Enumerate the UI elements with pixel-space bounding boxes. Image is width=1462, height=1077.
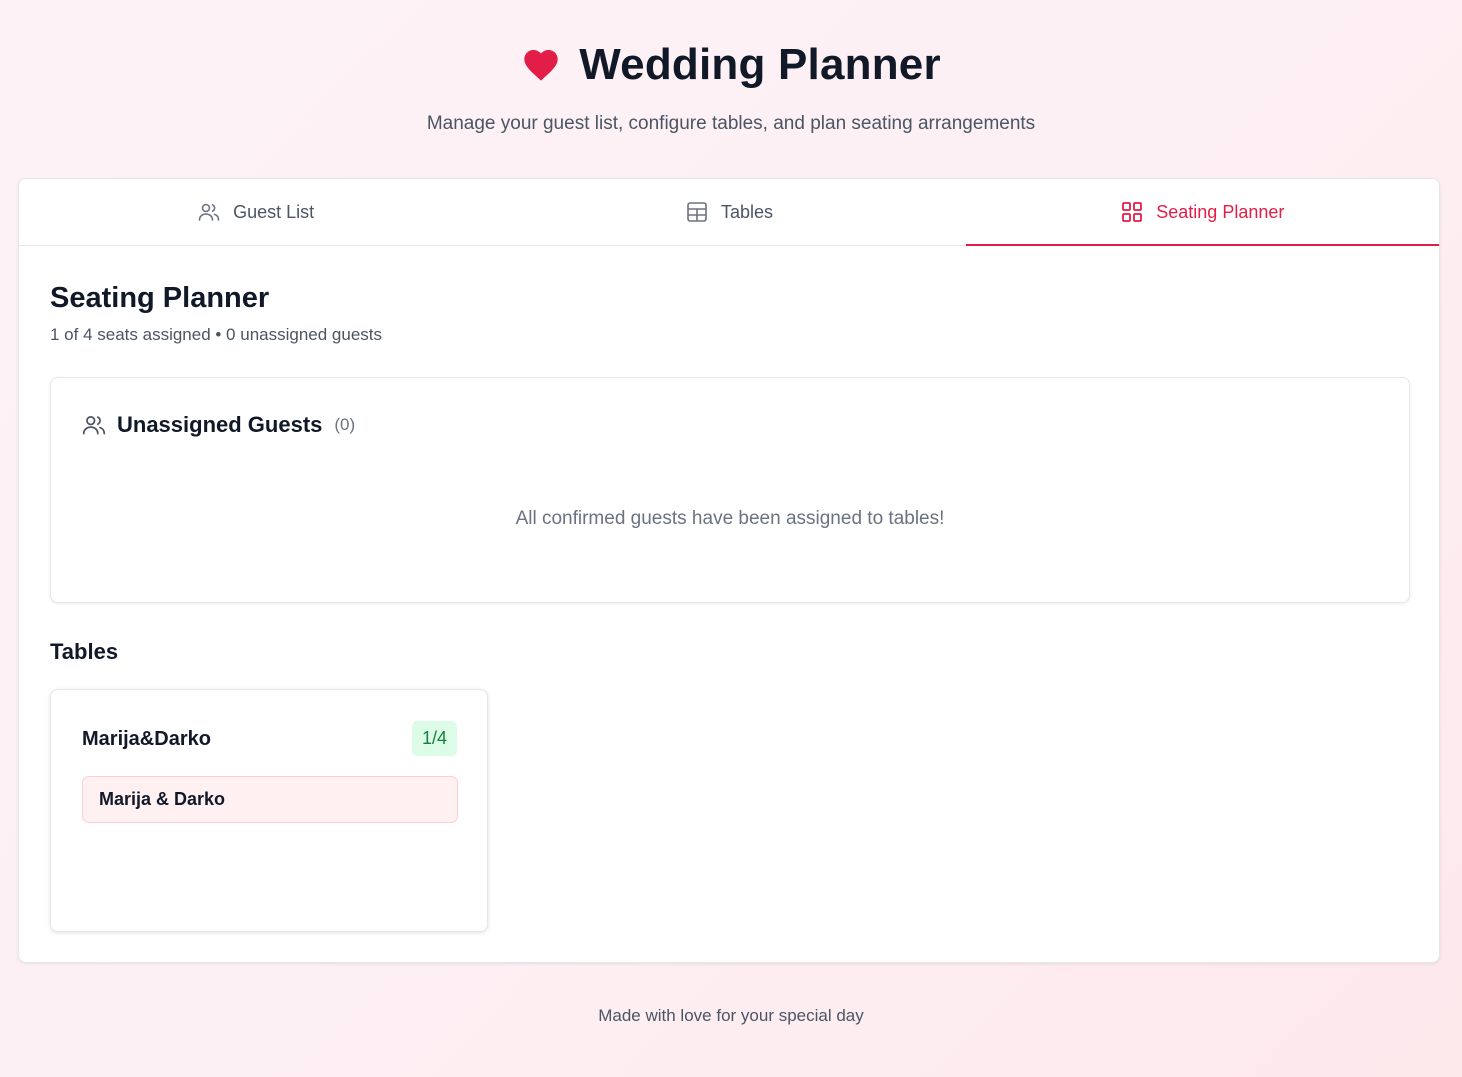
- table-name: Marija&Darko: [82, 728, 211, 750]
- unassigned-header: Unassigned Guests (0): [81, 412, 355, 438]
- tables-heading: Tables: [50, 639, 119, 664]
- seated-guest[interactable]: Marija & Darko: [82, 776, 458, 823]
- table-grid-icon: [685, 200, 709, 224]
- tab-guest-list-label: Guest List: [233, 201, 315, 222]
- heart-icon: [521, 45, 561, 85]
- unassigned-title: Unassigned Guests: [117, 412, 323, 437]
- unassigned-empty-message: All confirmed guests have been assigned …: [515, 508, 945, 529]
- tab-bar: Guest List Tables Seating Planner: [19, 179, 1440, 246]
- table-card[interactable]: Marija&Darko 1/4 Marija & Darko: [50, 689, 488, 932]
- tab-tables[interactable]: Tables: [492, 179, 965, 245]
- users-icon: [197, 200, 221, 224]
- tab-guest-list[interactable]: Guest List: [19, 179, 492, 245]
- section-title: Seating Planner: [50, 282, 270, 314]
- title-row: Wedding Planner: [0, 40, 1462, 90]
- unassigned-guests-panel: Unassigned Guests (0) All confirmed gues…: [50, 377, 1410, 603]
- app-title: Wedding Planner: [579, 40, 941, 89]
- app-subtitle: Manage your guest list, configure tables…: [426, 113, 1036, 134]
- tab-seating-planner-label: Seating Planner: [1156, 201, 1285, 222]
- layout-grid-icon: [1120, 200, 1144, 224]
- unassigned-count: (0): [334, 415, 356, 434]
- tab-tables-label: Tables: [720, 201, 773, 222]
- tab-seating-planner[interactable]: Seating Planner: [965, 179, 1440, 246]
- seating-summary: 1 of 4 seats assigned • 0 unassigned gue…: [50, 325, 383, 344]
- main-card: Guest List Tables Seating Planner Seatin…: [18, 178, 1440, 963]
- users-icon: [81, 412, 107, 438]
- capacity-badge: 1/4: [411, 721, 457, 756]
- footer-text: Made with love for your special day: [598, 1006, 864, 1025]
